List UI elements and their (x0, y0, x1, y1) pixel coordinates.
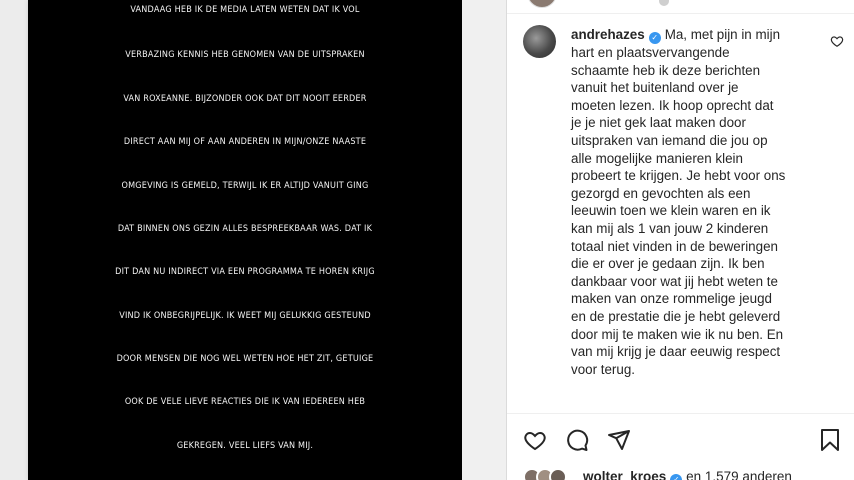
save-bookmark-icon[interactable] (818, 428, 842, 452)
comment-text-line: door mij te maken wie ik nu ben. En (571, 326, 784, 342)
comment-text-line: schaamte heb ik deze berichten (571, 62, 761, 78)
header-partial-icon (659, 0, 669, 6)
comment-text-line: die er over je gedaan zijn. Ik ben (571, 256, 765, 272)
media-background-strip (462, 0, 506, 480)
header-divider (507, 13, 854, 14)
statement-line: GEKREGEN. VEEL LIEFS VAN MIJ. (176, 441, 314, 451)
statement-line: DOOR MENSEN DIE NOG WEL WETEN HOE HET ZI… (116, 354, 374, 364)
statement-line: DIT DAN NU INDIRECT VIA EEN PROGRAMMA TE… (115, 267, 375, 277)
comment-text-line: moeten lezen. Ik hoop oprecht dat (571, 97, 774, 113)
comment-text-line: probeert te krijgen. Je hebt voor ons (571, 168, 786, 184)
comment-text-line: voor terug. (571, 361, 636, 377)
comment-text-line: vanuit het buitenland over je (571, 80, 739, 96)
comment-text-line: van mij krijg je daar eeuwig respect (571, 344, 781, 360)
comment-text-line: Ma, met pijn in mijn (664, 27, 781, 42)
verified-badge-icon: ✓ (670, 474, 683, 480)
statement-line: OOK DE VELE LIEVE REACTIES DIE IK VAN IE… (124, 397, 366, 407)
statement-line: VANDAAG HEB IK DE MEDIA LATEN WETEN DAT … (130, 5, 360, 15)
comment-text-line: leeuwin toen we klein waren en ik (571, 203, 771, 219)
statement-image[interactable]: VANDAAG HEB IK DE MEDIA LATEN WETEN DAT … (28, 0, 462, 480)
post-media-area: VANDAAG HEB IK DE MEDIA LATEN WETEN DAT … (0, 0, 506, 480)
verified-badge-icon: ✓ (648, 32, 661, 44)
comment-text-line: je je niet gek laat maken door (571, 115, 746, 131)
comment-text-line: kan mij als 1 van jouw 2 kinderen (571, 220, 769, 236)
likes-count[interactable]: en 1.579 anderen (686, 469, 792, 480)
statement-line: VIND IK ONBEGRIJPELIJK. IK WEET MIJ GELU… (119, 311, 371, 321)
commenter-avatar[interactable] (523, 25, 556, 58)
liker-avatar (549, 468, 567, 480)
statement-line: OMGEVING IS GEMELD, TERWIJL IK ER ALTIJD… (121, 181, 369, 191)
comment-text-line: en de prestatie die je hebt geleverd (571, 308, 781, 324)
actions-divider (507, 413, 854, 414)
likes-text[interactable]: wolter_kroes ✓ en 1.579 anderen (583, 469, 792, 480)
comment-first-line: andrehazes ✓ Ma, met pijn in mijn (571, 26, 823, 44)
comment-bubble-icon[interactable] (565, 428, 589, 452)
liker-username[interactable]: wolter_kroes (583, 469, 666, 480)
comment-body: andrehazes ✓ Ma, met pijn in mijn hart en … (571, 26, 823, 378)
share-send-icon[interactable] (607, 428, 631, 452)
comment-text-line: maken van onze rommelige jeugd (571, 291, 772, 307)
comment-text-line: alle mogelijke manieren klein (571, 150, 743, 166)
comment-like-heart-icon[interactable] (830, 34, 844, 48)
comment-text-line: dankbaar voor wat jij hebt weten te (571, 273, 778, 289)
statement-line: DIRECT AAN MIJ OF AAN ANDEREN IN MIJN/ON… (123, 137, 367, 147)
comment-text-line: totaal niet vinden in de beweringen (571, 238, 778, 254)
post-author-avatar[interactable] (527, 0, 557, 8)
statement-line: VAN ROXEANNE. BIJZONDER OOK DAT DIT NOOI… (123, 94, 367, 104)
comment-text-line: gezorgd en gevochten als een (571, 185, 751, 201)
comment-text-line: uitspraken van iemand die jou op (571, 132, 768, 148)
comment-username[interactable]: andrehazes (571, 27, 645, 42)
like-heart-icon[interactable] (523, 428, 547, 452)
comments-panel: andrehazes ✓ Ma, met pijn in mijn hart en … (507, 0, 854, 480)
comment-text-line: hart en plaatsvervangende (571, 45, 730, 60)
statement-line: DAT BINNEN ONS GEZIN ALLES BESPREEKBAAR … (117, 224, 373, 234)
statement-line: VERBAZING KENNIS HEB GENOMEN VAN DE UITS… (125, 50, 365, 60)
